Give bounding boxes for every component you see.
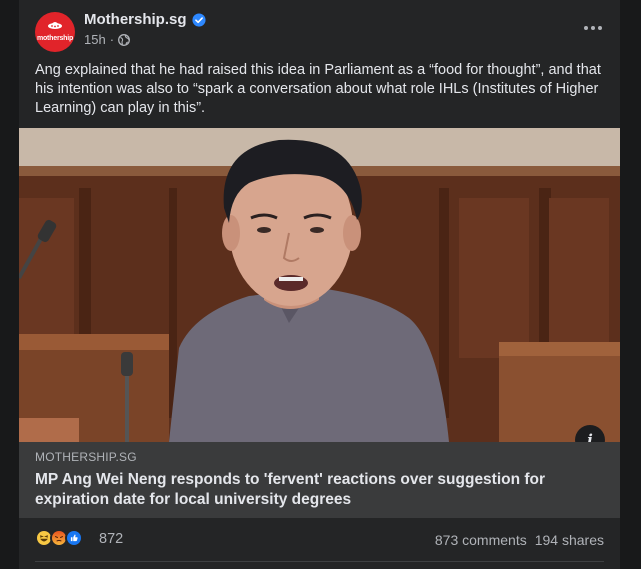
engagement-bar: 872 873 comments 194 shares <box>19 518 620 563</box>
reaction-icons[interactable] <box>35 529 83 547</box>
comments-count[interactable]: 873 comments <box>435 532 527 548</box>
page-avatar[interactable]: mothership <box>35 12 75 52</box>
link-domain: MOTHERSHIP.SG <box>35 450 137 464</box>
avatar-logo-text: mothership <box>36 34 74 42</box>
post-timestamp[interactable]: 15h <box>84 32 106 47</box>
page-name-row: Mothership.sg <box>84 11 206 28</box>
post-header: mothership Mothership.sg 15h · <box>19 0 620 58</box>
shares-count[interactable]: 194 shares <box>535 532 604 548</box>
verified-badge-icon <box>191 12 206 27</box>
post-card: mothership Mothership.sg 15h · Ang expla… <box>19 0 620 569</box>
page-name-link[interactable]: Mothership.sg <box>84 11 187 28</box>
like-reaction-icon <box>65 529 83 547</box>
speaker-photo <box>19 128 620 442</box>
link-preview-image[interactable] <box>19 128 620 442</box>
link-preview[interactable]: MOTHERSHIP.SG MP Ang Wei Neng responds t… <box>19 442 620 518</box>
engagement-counts: 873 comments 194 shares <box>435 532 604 548</box>
globe-icon[interactable] <box>118 33 130 46</box>
post-meta: 15h · <box>84 32 130 47</box>
more-options-icon[interactable] <box>580 18 606 38</box>
link-title[interactable]: MP Ang Wei Neng responds to 'fervent' re… <box>35 470 604 510</box>
meta-separator: · <box>109 32 115 47</box>
mothership-logo-icon <box>48 22 62 29</box>
footer-divider <box>35 561 604 562</box>
post-caption: Ang explained that he had raised this id… <box>35 62 601 116</box>
reaction-count[interactable]: 872 <box>99 531 123 547</box>
